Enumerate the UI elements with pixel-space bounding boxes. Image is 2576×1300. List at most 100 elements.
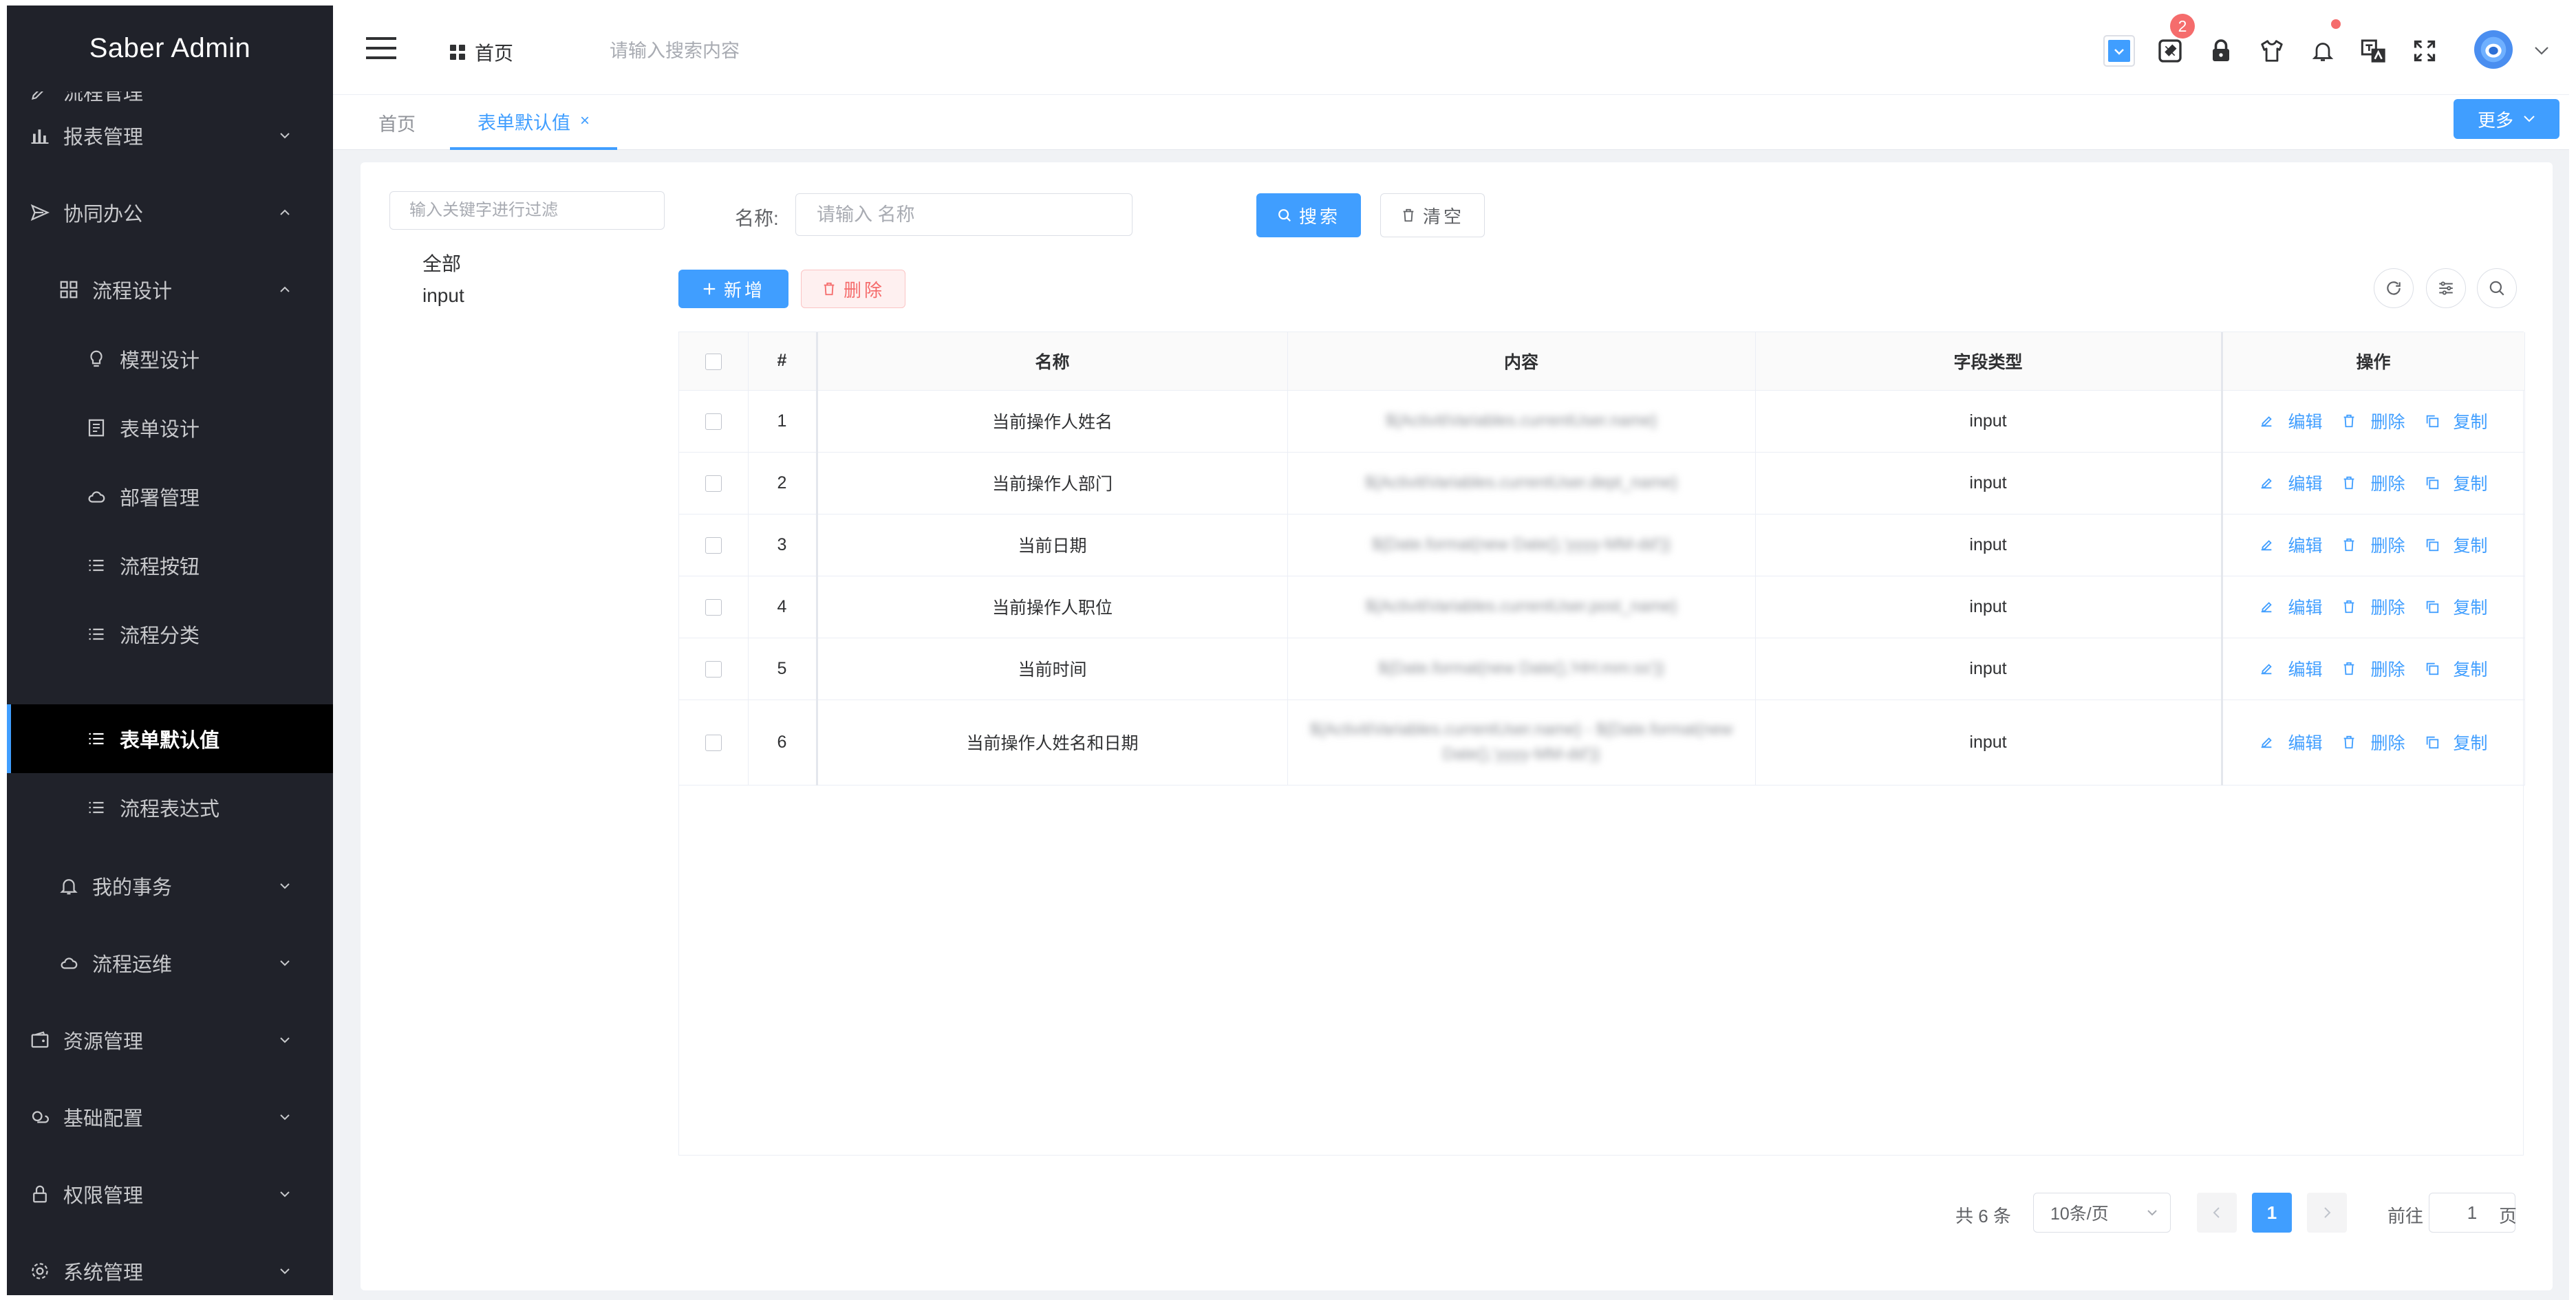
row-content-cell: ${Date.format(new Date(),'yyyy-MM-dd')} <box>1287 514 1756 576</box>
row-actions: 编辑 删除 复制 <box>2220 452 2525 514</box>
sidebar-item-resources[interactable]: 资源管理 <box>7 1001 333 1079</box>
row-checkbox[interactable] <box>705 475 722 492</box>
log-tool[interactable]: 2 <box>2154 14 2195 67</box>
sidebar-item-flow-category[interactable]: 流程分类 <box>7 600 333 669</box>
tab-home[interactable]: 首页 <box>378 95 416 150</box>
sidebar-item-flow-expression[interactable]: 流程表达式 <box>7 773 333 842</box>
user-menu-chevron-icon[interactable] <box>2533 44 2550 58</box>
row-checkbox[interactable] <box>705 413 722 430</box>
sidebar-item-label: 流程运维 <box>92 954 173 976</box>
copy-button[interactable]: 复制 <box>2425 532 2488 557</box>
edit-button[interactable]: 编辑 <box>2259 656 2322 681</box>
notifications-tool[interactable] <box>2306 19 2341 67</box>
lock-screen-tool[interactable] <box>2204 34 2237 67</box>
sidebar-item-system[interactable]: 系统管理 <box>7 1233 333 1295</box>
table-row: 4 当前操作人职位 ${ActivitiVariables.currentUser.… <box>679 576 2525 638</box>
tree-node-input[interactable]: input <box>422 285 464 307</box>
page-size-select[interactable]: 10条/页 <box>2033 1193 2171 1233</box>
row-type: input <box>1755 452 2222 514</box>
copy-button[interactable]: 复制 <box>2425 470 2488 495</box>
delete-button[interactable]: 删除 <box>2341 594 2405 619</box>
column-settings-button[interactable] <box>2426 268 2466 308</box>
more-tabs-button[interactable]: 更多 <box>2454 99 2559 139</box>
chevron-down-icon <box>280 1114 290 1120</box>
sidebar-item-deploy[interactable]: 部署管理 <box>7 462 333 531</box>
page-number-current[interactable]: 1 <box>2252 1193 2292 1233</box>
more-label: 更多 <box>2477 109 2513 131</box>
sidebar-item-permissions[interactable]: 权限管理 <box>7 1156 333 1233</box>
select-all-checkbox[interactable] <box>705 353 722 370</box>
next-page-button[interactable] <box>2307 1193 2347 1233</box>
edit-button[interactable]: 编辑 <box>2259 730 2322 755</box>
chevron-up-icon <box>280 209 290 215</box>
row-content: ${Date.format(new Date(),'HH:mm:ss')} <box>1378 659 1664 678</box>
gear-icon <box>28 1259 52 1283</box>
sidebar-item-flow-ops[interactable]: 流程运维 <box>7 924 333 1001</box>
list-icon <box>84 622 109 647</box>
edit-button[interactable]: 编辑 <box>2259 470 2322 495</box>
add-button[interactable]: 新增 <box>678 270 788 308</box>
sidebar-item-base-config[interactable]: 基础配置 <box>7 1079 333 1156</box>
theme-color-picker[interactable] <box>2103 34 2136 67</box>
name-search-input[interactable] <box>795 193 1133 236</box>
search-button[interactable]: 搜索 <box>1256 193 1361 237</box>
sidebar-item-my-tasks[interactable]: 我的事务 <box>7 847 333 924</box>
prev-page-button[interactable] <box>2197 1193 2237 1233</box>
edit-button[interactable]: 编辑 <box>2259 532 2322 557</box>
refresh-button[interactable] <box>2374 268 2414 308</box>
global-search-input[interactable] <box>608 33 897 69</box>
row-name: 当前时间 <box>817 638 1288 700</box>
hamburger-icon[interactable] <box>366 36 396 61</box>
edit-icon <box>2259 599 2281 614</box>
copy-icon <box>2425 735 2447 750</box>
batch-delete-button[interactable]: 删除 <box>801 270 905 308</box>
fullscreen-tool[interactable] <box>2408 34 2441 67</box>
chevron-down-icon <box>2524 116 2535 122</box>
row-checkbox[interactable] <box>705 537 722 554</box>
copy-button[interactable]: 复制 <box>2425 409 2488 433</box>
delete-button[interactable]: 删除 <box>2341 730 2405 755</box>
row-select-cell <box>679 700 749 786</box>
delete-button[interactable]: 删除 <box>2341 656 2405 681</box>
trash-icon <box>2341 537 2363 552</box>
tree-node-all[interactable]: 全部 <box>422 249 461 277</box>
delete-button[interactable]: 删除 <box>2341 532 2405 557</box>
theme-tool[interactable] <box>2255 34 2288 67</box>
grid-icon <box>56 277 81 302</box>
sidebar-item-flow-buttons[interactable]: 流程按钮 <box>7 531 333 600</box>
sidebar-item-model-design[interactable]: 模型设计 <box>7 325 333 393</box>
delete-button[interactable]: 删除 <box>2341 409 2405 433</box>
sidebar-item-flow-design[interactable]: 流程设计 <box>7 251 333 328</box>
sidebar-item-form-defaults[interactable]: 表单默认值 <box>7 704 333 773</box>
row-checkbox[interactable] <box>705 598 722 616</box>
copy-button[interactable]: 复制 <box>2425 730 2488 755</box>
chevron-down-icon <box>280 1037 290 1043</box>
home-breadcrumb[interactable]: 首页 <box>450 39 513 66</box>
trash-icon <box>2341 661 2363 676</box>
delete-button[interactable]: 删除 <box>2341 470 2405 495</box>
bug-report-icon <box>2158 39 2182 63</box>
sidebar-item-collab[interactable]: 协同办公 <box>7 174 333 251</box>
row-actions: 编辑 删除 复制 <box>2220 514 2525 576</box>
row-select-cell <box>679 452 749 514</box>
language-tool[interactable] <box>2357 34 2390 67</box>
sidebar-item-form-design[interactable]: 表单设计 <box>7 393 333 462</box>
sidebar-item-reports[interactable]: 报表管理 <box>7 97 333 174</box>
chevron-down-icon <box>280 883 290 889</box>
user-avatar[interactable] <box>2474 30 2513 69</box>
app-logo: Saber Admin <box>7 6 333 91</box>
tree-filter-input[interactable] <box>389 191 665 230</box>
close-icon[interactable]: × <box>580 111 590 131</box>
row-checkbox[interactable] <box>705 734 722 751</box>
tab-form-defaults[interactable]: 表单默认值 × <box>450 95 618 150</box>
dashboard-icon <box>450 45 465 60</box>
shirt-icon <box>2261 40 2283 62</box>
edit-button[interactable]: 编辑 <box>2259 594 2322 619</box>
copy-button[interactable]: 复制 <box>2425 656 2488 681</box>
sidebar-item-label: 流程分类 <box>120 625 200 647</box>
edit-button[interactable]: 编辑 <box>2259 409 2322 433</box>
clear-button[interactable]: 清空 <box>1380 193 1485 237</box>
toggle-search-button[interactable] <box>2477 268 2517 308</box>
copy-button[interactable]: 复制 <box>2425 594 2488 619</box>
row-checkbox[interactable] <box>705 660 722 678</box>
